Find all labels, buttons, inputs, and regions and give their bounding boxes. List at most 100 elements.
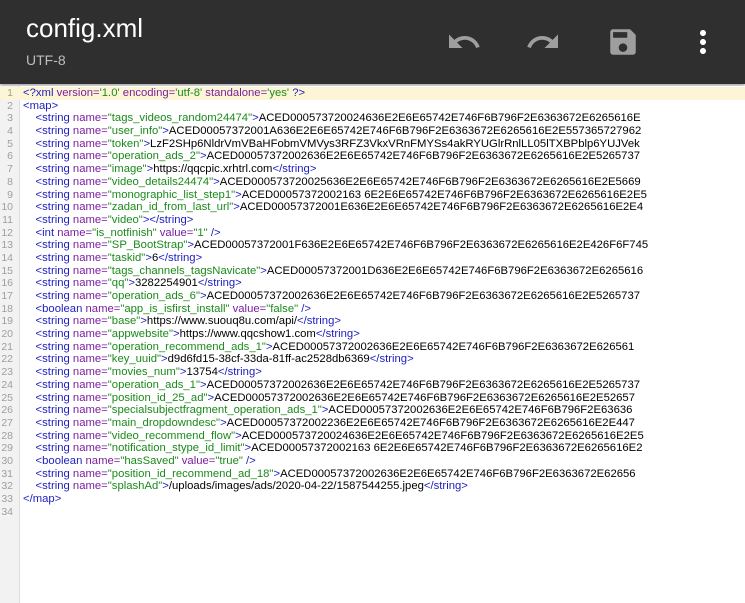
code-token: "1" xyxy=(193,226,208,239)
code-line[interactable]: 16 <string name="qq">3282254901</string> xyxy=(0,277,745,290)
code-line[interactable]: 20 <string name="appwebsite">https://www… xyxy=(0,328,745,341)
code-token: "movies_num" xyxy=(107,366,180,379)
line-number: 26 xyxy=(1,404,13,417)
more-options-button[interactable] xyxy=(681,20,725,64)
code-line[interactable]: 32 <string name="splashAd">/uploads/imag… xyxy=(0,480,745,493)
code-token: name= xyxy=(72,290,108,302)
code-token: ACED00057372002163 6E2E6E65742E746F6B796… xyxy=(241,188,647,201)
code-token: > xyxy=(140,315,147,328)
line-number: 8 xyxy=(7,175,13,188)
code-token: > xyxy=(162,125,169,138)
code-token: "video" xyxy=(107,213,143,226)
code-token: > xyxy=(235,429,242,442)
line-number: 4 xyxy=(7,125,13,138)
code-token: </map> xyxy=(23,493,62,505)
line-number: 2 xyxy=(7,99,13,112)
line-number: 21 xyxy=(1,340,13,353)
save-button[interactable] xyxy=(601,20,645,64)
code-line[interactable]: 13 <string name="SP_BootStrap">ACED00057… xyxy=(0,239,745,252)
code-token: <string xyxy=(23,213,73,226)
code-token: "specialsubjectfragment_operation_ads_1" xyxy=(107,404,322,417)
code-line[interactable]: 10 <string name="zadan_id_from_last_url"… xyxy=(0,201,745,214)
line-number: 34 xyxy=(1,505,13,518)
code-line[interactable]: 11 <string name="video"></string> xyxy=(0,214,745,227)
code-token: name= xyxy=(72,112,108,125)
code-token: <string xyxy=(23,277,73,290)
code-line[interactable]: 12 <int name="is_notfinish" value="1" /> xyxy=(0,227,745,240)
code-token: /uploads/images/ads/2020-04-22/158754425… xyxy=(168,480,424,493)
code-token: > xyxy=(220,416,227,429)
line-number: 23 xyxy=(1,366,13,379)
code-line[interactable]: 1 <?xml version='1.0' encoding='utf-8' st… xyxy=(0,87,745,100)
code-line[interactable]: 27 <string name="main_dropdowndesc">ACED… xyxy=(0,417,745,430)
code-token: <string xyxy=(23,125,73,138)
code-line[interactable]: 3 <string name="tags_videos_random24474"… xyxy=(0,112,745,125)
code-token: name= xyxy=(72,125,108,138)
line-number: 9 xyxy=(7,188,13,201)
code-line[interactable]: 8 <string name="video_details24474">ACED… xyxy=(0,176,745,189)
code-text: <string name="operation_ads_6">ACED00057… xyxy=(23,290,640,303)
code-line[interactable]: 5 <string name="token">LzF2SHp6NldrVmVBa… xyxy=(0,138,745,151)
code-editor[interactable]: 1 <?xml version='1.0' encoding='utf-8' st… xyxy=(0,86,745,603)
code-token: <string xyxy=(23,340,73,353)
code-line[interactable]: 18 <boolean name="app_is_isfirst_install… xyxy=(0,303,745,316)
line-number: 11 xyxy=(2,213,13,226)
code-line[interactable]: 34 xyxy=(0,506,745,519)
code-token: name= xyxy=(72,150,108,163)
code-text: <string name="SP_BootStrap">ACED00057372… xyxy=(23,239,649,252)
code-token: > xyxy=(199,290,207,302)
redo-icon xyxy=(527,34,558,48)
code-token: <string xyxy=(23,137,73,150)
code-token: "true" xyxy=(215,454,243,467)
code-token: <string xyxy=(23,188,73,201)
code-token: <string xyxy=(23,480,73,493)
code-token: 3282254901 xyxy=(134,277,198,290)
code-line[interactable]: 19 <string name="base">https://www.suouq… xyxy=(0,315,745,328)
code-line[interactable]: 4 <string name="user_info">ACED000573720… xyxy=(0,125,745,138)
code-line[interactable]: 24 <string name="operation_ads_1">ACED00… xyxy=(0,379,745,392)
code-token: name= xyxy=(72,251,108,264)
line-number: 3 xyxy=(7,112,13,125)
redo-button[interactable] xyxy=(521,20,565,64)
code-token: <string xyxy=(23,429,73,442)
code-line[interactable]: 26 <string name="specialsubjectfragment_… xyxy=(0,404,745,417)
file-encoding: UTF-8 xyxy=(26,52,66,68)
code-line[interactable]: 7 <string name="image">https://qqcpic.xr… xyxy=(0,163,745,176)
code-line[interactable]: 29 <string name="notification_stype_id_l… xyxy=(0,442,745,455)
code-line[interactable]: 17 <string name="operation_ads_6">ACED00… xyxy=(0,290,745,303)
code-token: name= xyxy=(57,226,93,239)
code-line[interactable]: 22 <string name="key_uuid">d9d6fd15-38cf… xyxy=(0,353,745,366)
code-token: </string> xyxy=(158,251,203,264)
code-token: </string> xyxy=(217,366,262,379)
code-lines[interactable]: 1 <?xml version='1.0' encoding='utf-8' st… xyxy=(0,87,745,518)
code-token: > xyxy=(235,188,242,201)
code-token: "video_recommend_flow" xyxy=(107,429,236,442)
code-token: <boolean xyxy=(23,302,86,315)
code-token: <string xyxy=(23,353,73,366)
code-token: name= xyxy=(72,404,108,417)
code-token: <string xyxy=(23,150,73,163)
save-icon xyxy=(610,29,636,55)
code-line[interactable]: 21 <string name="operation_recommend_ads… xyxy=(0,341,745,354)
code-line[interactable]: 31 <string name="position_id_recommend_a… xyxy=(0,468,745,481)
code-token: name= xyxy=(72,264,108,277)
code-line[interactable]: 25 <string name="position_id_25_ad">ACED… xyxy=(0,392,745,405)
code-line[interactable]: 28 <string name="video_recommend_flow">A… xyxy=(0,430,745,443)
code-line[interactable]: 33 </map> xyxy=(0,493,745,506)
code-token: name= xyxy=(72,188,108,201)
code-line[interactable]: 23 <string name="movies_num">13754</stri… xyxy=(0,366,745,379)
code-text: <string name="video_details24474">ACED00… xyxy=(23,176,641,189)
code-line[interactable]: 6 <string name="operation_ads_2">ACED000… xyxy=(0,150,745,163)
code-token: name= xyxy=(72,366,108,379)
code-line[interactable]: 2 <map> xyxy=(0,100,745,113)
undo-icon xyxy=(449,34,480,48)
code-token: ACED00057372001F636E2E6E65742E746F6B796F… xyxy=(194,239,649,252)
undo-button[interactable] xyxy=(442,20,486,64)
line-number: 12 xyxy=(1,226,13,239)
code-line[interactable]: 15 <string name="tags_channels_tagsNavic… xyxy=(0,265,745,278)
code-token: "taskid" xyxy=(107,251,146,264)
code-line[interactable]: 9 <string name="monographic_list_step1">… xyxy=(0,189,745,202)
code-line[interactable]: 30 <boolean name="hasSaved" value="true"… xyxy=(0,455,745,468)
code-token: "app_is_isfirst_install" xyxy=(120,302,233,315)
code-line[interactable]: 14 <string name="taskid">6</string> xyxy=(0,252,745,265)
